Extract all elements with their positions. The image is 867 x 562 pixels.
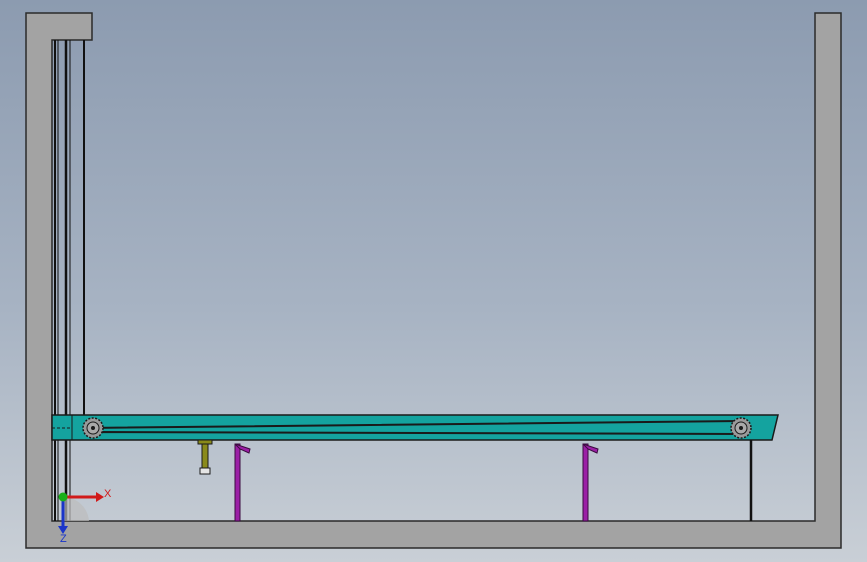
y-axis-dot [58,492,68,502]
hanging-bracket[interactable] [197,439,213,475]
x-axis-label: X [104,488,112,500]
left-vertical-guides [54,40,85,521]
conveyor-assembly[interactable] [51,414,779,441]
left-sprocket[interactable] [82,417,104,439]
container-outline [25,12,842,549]
right-sprocket[interactable] [730,417,752,439]
support-right[interactable] [582,443,599,522]
cad-viewport[interactable]: X Z [0,0,867,562]
support-left[interactable] [234,443,251,522]
container-walls [25,12,842,549]
z-axis-label: Z [60,533,67,545]
